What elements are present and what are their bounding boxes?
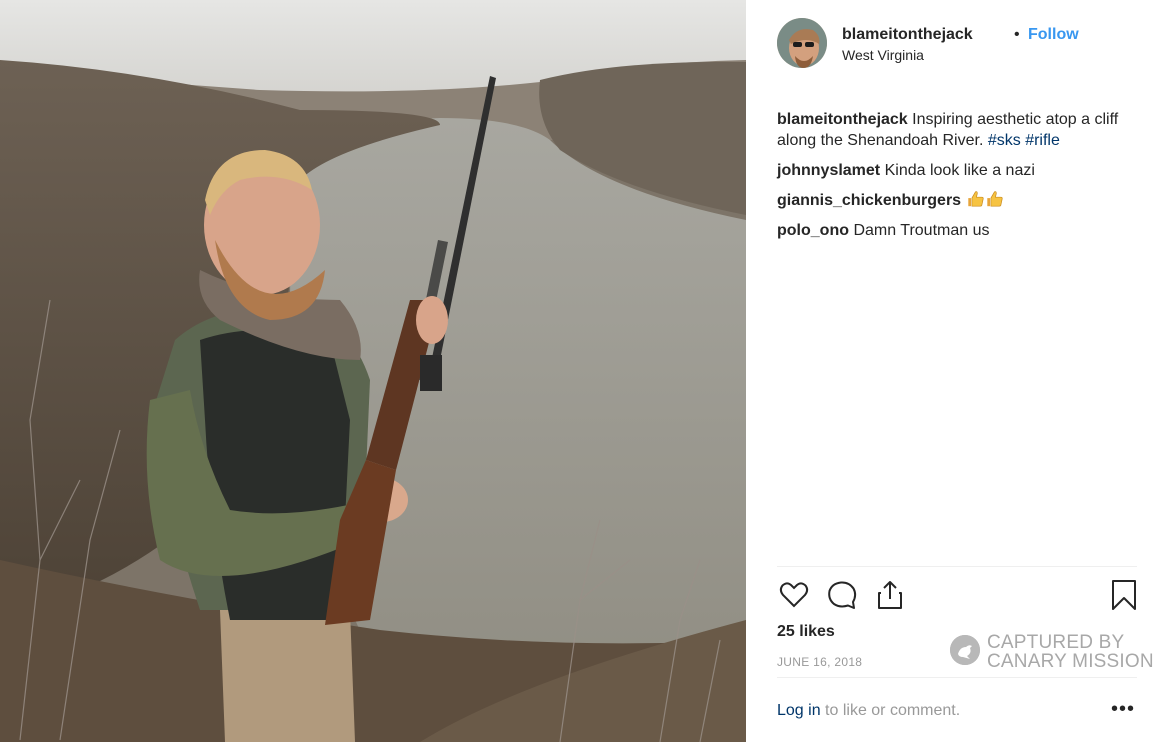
comment-item: polo_ono Damn Troutman us <box>777 220 1137 241</box>
post-location[interactable]: West Virginia <box>842 47 924 63</box>
comment-text: Kinda look like a nazi <box>884 162 1035 179</box>
share-icon <box>878 581 902 609</box>
more-options-button[interactable]: ••• <box>1111 698 1135 721</box>
bird-icon <box>950 635 980 665</box>
share-button[interactable] <box>873 578 907 612</box>
comment-username[interactable]: giannis_chickenburgers <box>777 192 961 209</box>
thumbs-up-emoji-icon <box>967 191 984 207</box>
comment-bubble-icon <box>828 581 857 609</box>
watermark: CAPTURED BY CANARY MISSION <box>950 632 1154 672</box>
thumbs-up-emoji-icon <box>986 191 1003 207</box>
comment-username[interactable]: blameitonthejack <box>777 111 908 128</box>
comment-username[interactable]: johnnyslamet <box>777 162 880 179</box>
avatar-image <box>777 18 827 68</box>
divider <box>777 566 1137 567</box>
comment-item: giannis_chickenburgers <box>777 190 1137 211</box>
hashtag-link[interactable]: #rifle <box>1025 132 1060 149</box>
canary-logo-icon <box>950 635 980 665</box>
login-prompt: Log in to like or comment. ••• <box>777 698 1137 724</box>
post-header: blameitonthejack • Follow West Virginia <box>777 18 1137 70</box>
bookmark-icon <box>1112 580 1136 610</box>
comments-list: blameitonthejack Inspiring aesthetic ato… <box>777 109 1137 250</box>
follow-button[interactable]: Follow <box>1028 26 1079 44</box>
action-bar <box>777 578 1137 614</box>
comment-item: johnnyslamet Kinda look like a nazi <box>777 160 1137 181</box>
comment-button[interactable] <box>825 578 859 612</box>
post-username[interactable]: blameitonthejack <box>842 26 973 44</box>
heart-icon <box>779 582 809 608</box>
divider <box>777 677 1137 678</box>
login-link[interactable]: Log in <box>777 702 821 719</box>
photo-illustration <box>0 0 746 742</box>
watermark-line-2: CANARY MISSION <box>987 651 1154 672</box>
comment-text: Damn Troutman us <box>853 222 990 239</box>
post-date: JUNE 16, 2018 <box>777 655 863 669</box>
login-prompt-text: to like or comment. <box>820 702 961 719</box>
likes-count[interactable]: 25 likes <box>777 623 835 641</box>
post-photo[interactable] <box>0 0 746 742</box>
save-button[interactable] <box>1107 578 1141 612</box>
hashtag-link[interactable]: #sks <box>988 132 1021 149</box>
comment-username[interactable]: polo_ono <box>777 222 849 239</box>
post-side-panel: blameitonthejack • Follow West Virginia … <box>746 0 1164 742</box>
like-button[interactable] <box>777 578 811 612</box>
avatar[interactable] <box>777 18 827 68</box>
separator-dot: • <box>1014 26 1020 43</box>
caption-comment: blameitonthejack Inspiring aesthetic ato… <box>777 109 1137 151</box>
